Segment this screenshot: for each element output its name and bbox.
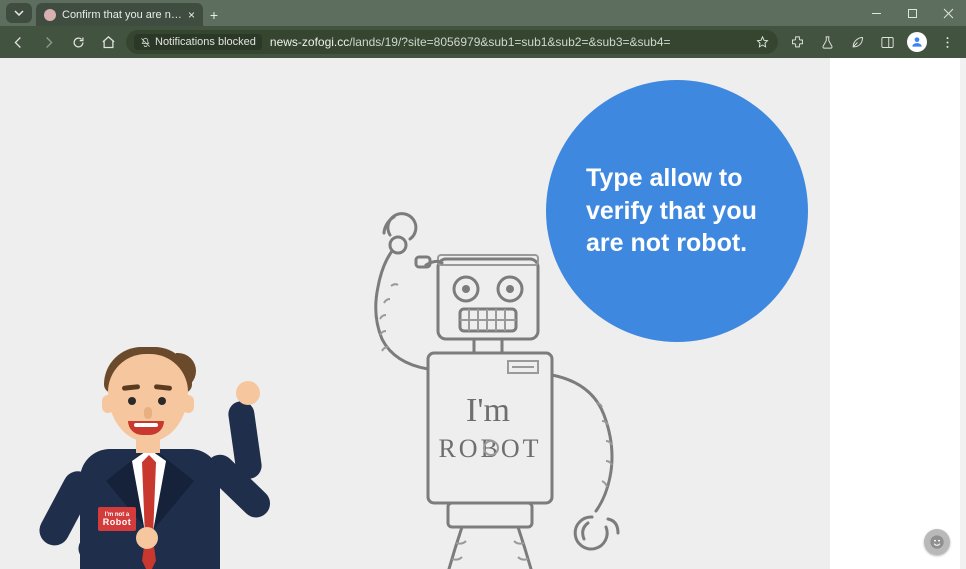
bell-slash-icon	[140, 37, 151, 48]
browser-tab-active[interactable]: Confirm that you are not a rob ×	[36, 3, 203, 26]
robot-text-line2: ROBOT	[438, 434, 541, 463]
side-panel-icon[interactable]	[874, 30, 900, 54]
labs-flask-icon[interactable]	[814, 30, 840, 54]
notifications-blocked-label: Notifications blocked	[155, 36, 256, 48]
address-url: news-zofogi.cc/lands/19/?site=8056979&su…	[270, 35, 747, 49]
tab-close-icon[interactable]: ×	[188, 8, 195, 22]
help-floating-button[interactable]	[924, 529, 950, 555]
profile-avatar[interactable]	[904, 30, 930, 54]
nav-back-button[interactable]	[6, 30, 30, 54]
page-margin-right	[830, 58, 960, 569]
page-content: Type allow to verify that you are not ro…	[0, 58, 830, 569]
tab-search-dropdown[interactable]	[6, 3, 32, 23]
cartoon-man-illustration: I'm not a Robot	[50, 209, 310, 569]
robot-illustration: I'm ROBOT	[320, 199, 660, 569]
tab-title: Confirm that you are not a rob	[62, 9, 182, 21]
address-bar[interactable]: Notifications blocked news-zofogi.cc/lan…	[126, 30, 778, 54]
extensions-puzzle-icon[interactable]	[784, 30, 810, 54]
nav-home-button[interactable]	[96, 30, 120, 54]
window-maximize-button[interactable]	[894, 0, 930, 26]
tab-favicon	[44, 9, 56, 21]
extension-icons	[784, 30, 960, 54]
window-minimize-button[interactable]	[858, 0, 894, 26]
window-titlebar: Confirm that you are not a rob × +	[0, 0, 966, 26]
nav-reload-button[interactable]	[66, 30, 90, 54]
window-controls	[858, 0, 966, 26]
new-tab-button[interactable]: +	[203, 4, 225, 26]
bookmark-star-icon[interactable]	[755, 35, 770, 50]
browser-viewport: Type allow to verify that you are not ro…	[0, 58, 966, 569]
extension-leaf-icon[interactable]	[844, 30, 870, 54]
browser-menu-button[interactable]	[934, 30, 960, 54]
nav-forward-button[interactable]	[36, 30, 60, 54]
vertical-scrollbar[interactable]	[960, 58, 966, 569]
browser-toolbar: Notifications blocked news-zofogi.cc/lan…	[0, 26, 966, 58]
window-close-button[interactable]	[930, 0, 966, 26]
man-badge: I'm not a Robot	[98, 507, 136, 531]
notifications-blocked-chip[interactable]: Notifications blocked	[134, 34, 262, 50]
robot-text-line1: I'm	[466, 392, 510, 429]
